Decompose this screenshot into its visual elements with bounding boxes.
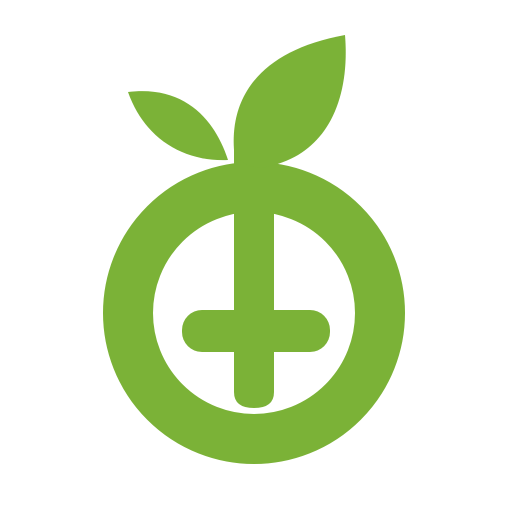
health-plant-plus-logo-icon xyxy=(103,35,405,464)
small-leaf-shape xyxy=(128,91,228,161)
logo-canvas xyxy=(0,0,512,512)
plus-horizontal-bar xyxy=(182,310,330,352)
stem-bar-shape xyxy=(234,135,274,408)
logo-shapes xyxy=(103,35,405,464)
large-leaf-shape xyxy=(233,35,346,168)
